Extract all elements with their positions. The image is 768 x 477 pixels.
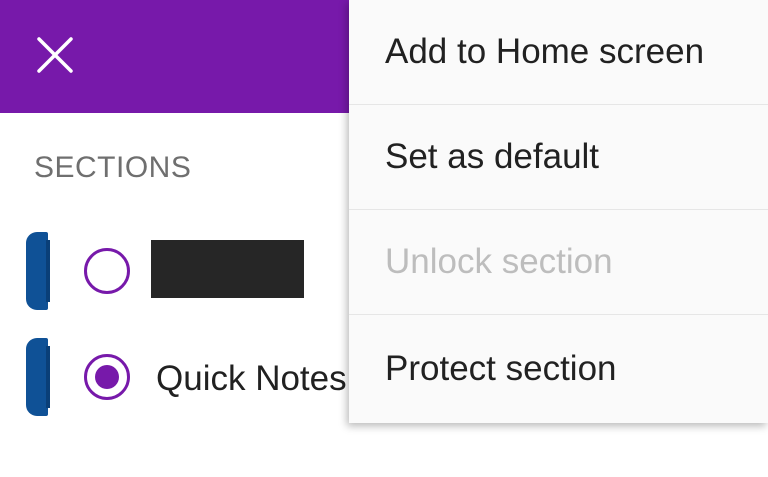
section-item[interactable] bbox=[0, 232, 360, 312]
section-tab-icon bbox=[26, 338, 50, 416]
radio-button-unchecked[interactable] bbox=[84, 248, 130, 294]
menu-item-set-as-default[interactable]: Set as default bbox=[349, 105, 768, 210]
menu-item-unlock-section: Unlock section bbox=[349, 210, 768, 315]
menu-item-add-to-home-screen[interactable]: Add to Home screen bbox=[349, 0, 768, 105]
overflow-menu: Add to Home screen Set as default Unlock… bbox=[349, 0, 768, 423]
close-icon bbox=[37, 37, 73, 73]
menu-item-protect-section[interactable]: Protect section bbox=[349, 315, 768, 423]
section-tab-icon bbox=[26, 232, 50, 310]
radio-button-checked[interactable] bbox=[84, 354, 130, 400]
sections-header: SECTIONS bbox=[34, 151, 192, 184]
section-name: Quick Notes bbox=[156, 359, 347, 398]
section-item-quick-notes[interactable]: Quick Notes bbox=[0, 338, 360, 418]
close-button[interactable] bbox=[30, 30, 80, 80]
redacted-section-name bbox=[151, 240, 304, 298]
